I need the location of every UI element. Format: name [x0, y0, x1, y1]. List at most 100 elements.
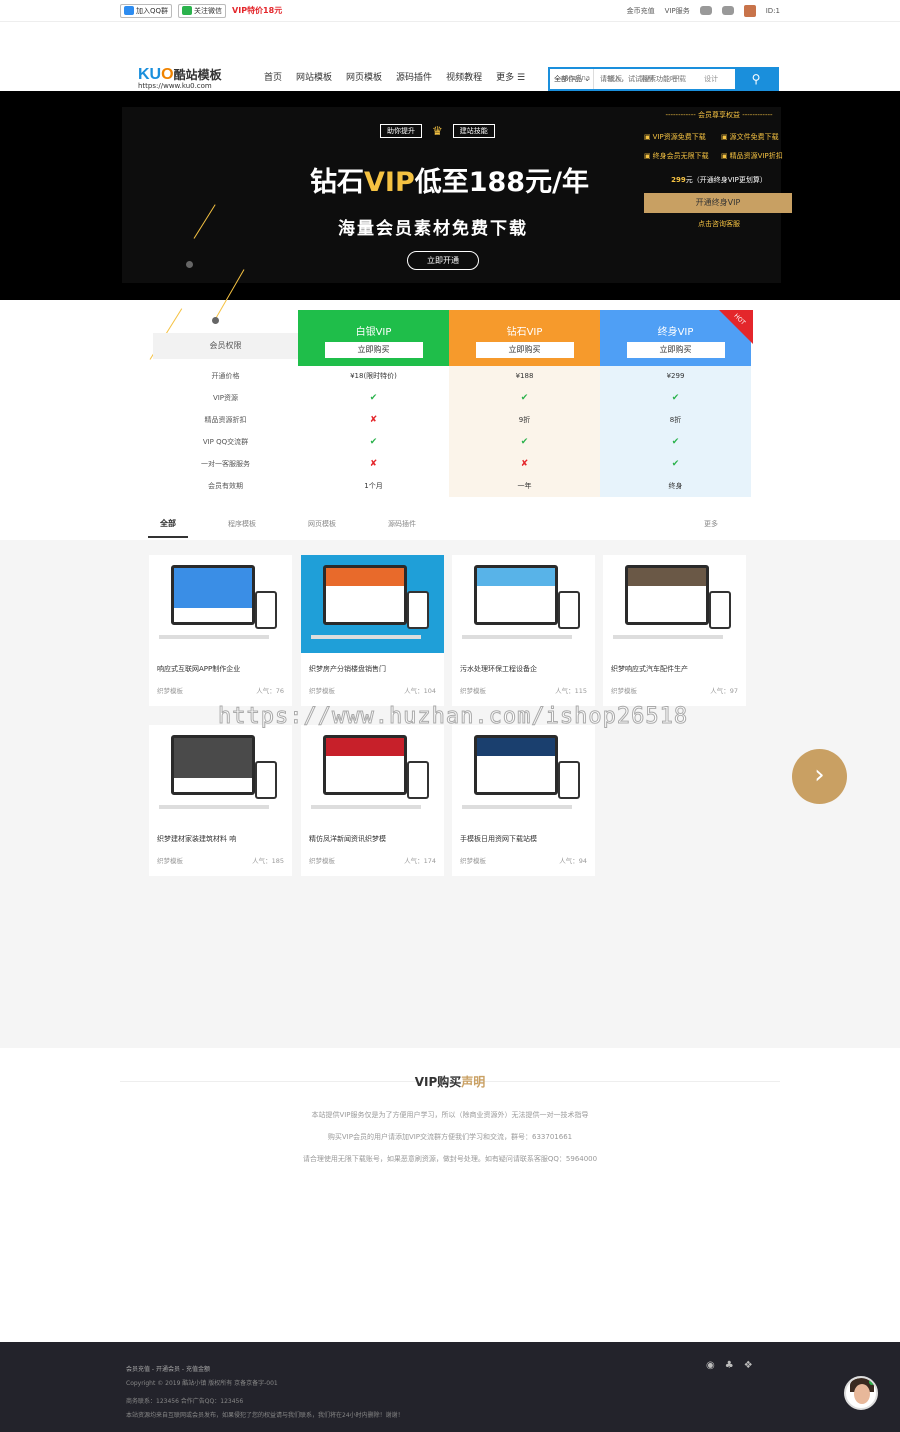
- row-label: 会员有效期: [208, 482, 243, 490]
- qq-group-button[interactable]: 加入QQ群: [120, 3, 173, 18]
- card-title: 污水处理环保工程设备企: [460, 665, 537, 673]
- cell: ¥188: [515, 372, 534, 380]
- vip-service-link[interactable]: VIP服务: [665, 6, 690, 16]
- hot-word[interactable]: 模板: [608, 74, 622, 84]
- online-indicator: [869, 1379, 875, 1385]
- template-card[interactable]: 手模板日用资网下载站模 织梦模板 人气：94: [452, 725, 595, 876]
- hot-word[interactable]: 下载: [672, 74, 686, 84]
- row-label: VIP资源: [212, 394, 239, 402]
- wechat-button[interactable]: 关注微信: [178, 3, 227, 18]
- card-thumbnail: [301, 555, 444, 653]
- banner-tag: 建站技能: [452, 124, 495, 138]
- user-id: ID:1: [765, 6, 780, 15]
- buy-diamond-button[interactable]: 立即购买: [475, 342, 574, 358]
- perks-list: VIP资源免费下载 源文件免费下载 终身会员无限下载 精品资源VIP折扣: [644, 132, 794, 161]
- qq-icon: [124, 6, 134, 15]
- tab-page-templates[interactable]: 网页模板: [296, 512, 348, 538]
- buy-silver-button[interactable]: 立即购买: [324, 342, 423, 358]
- card-thumbnail: [452, 725, 595, 823]
- card-title: 织梦房产分销楼盘销售门: [309, 665, 386, 673]
- card-meta: 织梦模板 人气：104: [309, 687, 436, 695]
- nav-source-plugins[interactable]: 源码插件: [396, 70, 432, 83]
- nav-page-templates[interactable]: 网页模板: [346, 70, 382, 83]
- search-button[interactable]: ⚲: [735, 69, 777, 89]
- footer-copyright: Copyright © 2019 酷站小镇 版权所有 京备京备字-001: [126, 1380, 278, 1387]
- banner-tag: 助你提升: [380, 124, 422, 138]
- card-thumbnail: [452, 555, 595, 653]
- cell: ¥299: [666, 372, 685, 380]
- footer-contact: 商务联系：123456 合作广告QQ：123456: [126, 1398, 244, 1405]
- banner-tags: 助你提升 ♛ 建站技能: [380, 124, 495, 138]
- buy-lifetime-button[interactable]: 立即购买: [626, 342, 725, 358]
- card-title: 响应式互联网APP制作企业: [157, 665, 241, 673]
- footer: 会员充值 - 开通会员 - 充值金额 Copyright © 2019 酷站小镇…: [0, 1342, 900, 1432]
- chevron-right-icon: ›: [814, 760, 825, 790]
- social-icons: ◉ ♣ ❖: [706, 1360, 753, 1371]
- weibo-icon[interactable]: ◉: [706, 1360, 715, 1371]
- card-title: 织梦响应式汽车配件生产: [611, 665, 688, 673]
- search-icon: ⚲: [751, 72, 761, 86]
- site-logo[interactable]: KUO酷站模板 https://www.ku0.com: [138, 66, 222, 90]
- consult-link[interactable]: 点击咨询客服: [644, 219, 794, 229]
- cell: ¥18(限时特价): [350, 372, 397, 380]
- banner-subline: 海量会员素材免费下载: [338, 219, 528, 239]
- cell: 9折: [518, 416, 531, 424]
- footer-links[interactable]: 会员充值 - 开通会员 - 充值金额: [126, 1364, 210, 1373]
- cell: 8折: [669, 416, 682, 424]
- hot-word[interactable]: 素材: [640, 74, 654, 84]
- template-card[interactable]: 织梦响应式汽车配件生产 织梦模板 人气：97: [603, 555, 746, 706]
- card-title: 精仿凤洋新闻资讯织梦模: [309, 835, 386, 843]
- nav-video-tutorials[interactable]: 视频教程: [446, 70, 482, 83]
- perk-item: 终身会员无限下载: [644, 151, 717, 161]
- template-card[interactable]: 织梦建材家装建筑材料 响 织梦模板 人气：185: [149, 725, 292, 876]
- qq-icon[interactable]: ♣: [725, 1360, 734, 1371]
- template-card[interactable]: 织梦房产分销楼盘销售门 织梦模板 人气：104: [301, 555, 444, 706]
- cross-icon: ✘: [369, 459, 378, 469]
- main-nav: 首页 网站模板 网页模板 源码插件 视频教程 更多 ☰: [264, 70, 525, 83]
- check-icon: ✔: [671, 459, 680, 469]
- lifetime-price: 299元（开通终身VIP更划算）: [671, 176, 767, 184]
- plan-diamond: 钻石VIP 立即购买: [449, 310, 600, 366]
- cell: 一年: [517, 482, 532, 490]
- hot-word[interactable]: 设计: [704, 74, 718, 84]
- cell: 终身: [668, 482, 683, 490]
- nav-more[interactable]: 更多 ☰: [496, 70, 525, 83]
- open-vip-button[interactable]: 立即开通: [407, 251, 479, 270]
- tab-all[interactable]: 全部: [148, 512, 188, 538]
- nav-site-templates[interactable]: 网站模板: [296, 70, 332, 83]
- card-title: 手模板日用资网下载站模: [460, 835, 537, 843]
- declaration-line: 请合理使用无限下载账号，如果恶意刷资源，做封号处理。如有疑问请联系客服QQ：59…: [302, 1155, 598, 1163]
- pricing-row: VIP QQ交流群 ✔ ✔ ✔: [153, 431, 752, 453]
- banner-decor-dot: [186, 261, 193, 268]
- mail-icon[interactable]: [721, 6, 734, 15]
- template-card[interactable]: 响应式互联网APP制作企业 织梦模板 人气：76: [149, 555, 292, 706]
- tab-program-templates[interactable]: 程序模板: [216, 512, 268, 538]
- more-link[interactable]: 更多: [692, 512, 730, 536]
- row-label: 开通价格: [211, 372, 240, 380]
- hot-word[interactable]: angelina: [560, 74, 590, 84]
- recharge-link[interactable]: 金币充值: [627, 6, 655, 16]
- check-icon: ✔: [671, 393, 680, 403]
- card-meta: 织梦模板 人气：115: [460, 687, 587, 695]
- wechat-icon[interactable]: ❖: [744, 1360, 753, 1371]
- check-icon: ✔: [369, 437, 378, 447]
- top-bar-right: 金币充值 VIP服务 ID:1: [627, 4, 780, 17]
- row-label: 一对一客服服务: [201, 460, 250, 468]
- top-bar-left: 加入QQ群 关注微信 VIP特价18元: [120, 3, 282, 18]
- cloud-upload-icon[interactable]: [699, 6, 712, 15]
- nav-home[interactable]: 首页: [264, 70, 282, 83]
- tab-source-plugins[interactable]: 源码插件: [376, 512, 428, 538]
- customer-service-avatar[interactable]: [844, 1376, 878, 1410]
- next-arrow-button[interactable]: ›: [792, 749, 847, 804]
- check-icon: ✔: [369, 393, 378, 403]
- template-card[interactable]: 精仿凤洋新闻资讯织梦模 织梦模板 人气：174: [301, 725, 444, 876]
- user-avatar[interactable]: [743, 4, 756, 17]
- vip-perks-panel: ------------ 会员尊享权益 ------------ VIP资源免费…: [644, 110, 794, 229]
- open-lifetime-vip-button[interactable]: 开通终身VIP: [644, 193, 792, 213]
- vip-promo-link[interactable]: VIP特价18元: [232, 5, 282, 16]
- template-card[interactable]: 污水处理环保工程设备企 织梦模板 人气：115: [452, 555, 595, 706]
- card-title: 织梦建材家装建筑材料 响: [157, 835, 237, 843]
- declaration-title: VIP购买声明: [414, 1075, 486, 1089]
- check-icon: ✔: [520, 437, 529, 447]
- header: KUO酷站模板 https://www.ku0.com 首页 网站模板 网页模板…: [0, 22, 900, 92]
